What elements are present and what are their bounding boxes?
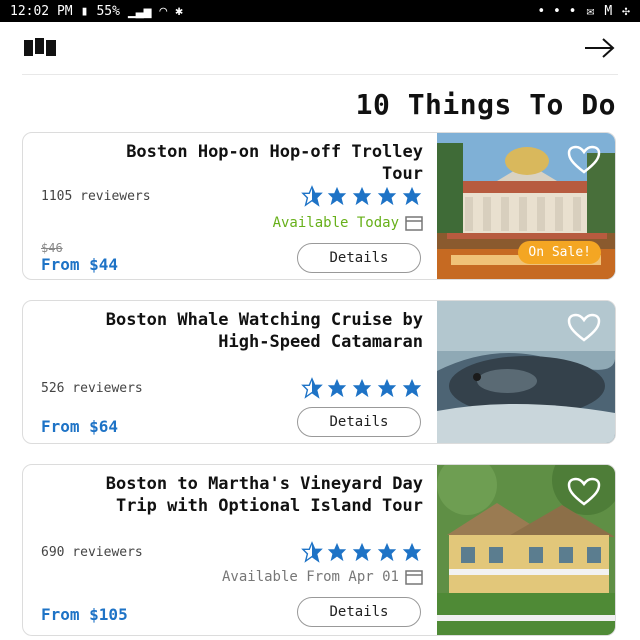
- mail-icon: ✉: [586, 3, 595, 19]
- heart-icon[interactable]: [567, 313, 601, 343]
- star-icon: [377, 542, 397, 562]
- price: From $44: [41, 255, 119, 274]
- card-content: Boston Whale Watching Cruise by High-Spe…: [23, 301, 437, 443]
- star-icon: [327, 542, 347, 562]
- m-icon: M: [604, 3, 613, 19]
- status-bar: 12:02 PM ▮ 55% ▁▃▅ ◠ ✱ • • • ✉ M ✣: [0, 0, 640, 22]
- pinwheel-icon: ✣: [622, 3, 630, 19]
- rating-stars: [301, 377, 423, 399]
- star-icon: [402, 186, 422, 206]
- battery-text: 55%: [96, 3, 120, 19]
- battery-icon: ▮: [80, 3, 89, 19]
- half-star-icon: [301, 541, 323, 563]
- time-text: 12:02 PM: [10, 3, 73, 19]
- tour-title[interactable]: Boston Hop-on Hop-off Trolley Tour: [93, 141, 423, 185]
- heart-icon[interactable]: [567, 145, 601, 175]
- star-icon: [327, 186, 347, 206]
- tour-card[interactable]: On Sale! Boston Hop-on Hop-off Trolley T…: [22, 132, 616, 280]
- availability-row: Available From Apr 01: [222, 569, 423, 585]
- tour-title[interactable]: Boston to Martha's Vineyard Day Trip wit…: [93, 473, 423, 517]
- reviewers-count: 690 reviewers: [41, 545, 143, 560]
- star-icon: [352, 378, 372, 398]
- star-icon: [352, 186, 372, 206]
- calendar-icon: [405, 570, 423, 585]
- half-star-icon: [301, 185, 323, 207]
- calendar-icon: [405, 216, 423, 231]
- star-icon: [402, 542, 422, 562]
- more-icon: • • •: [537, 3, 577, 19]
- card-content: Boston Hop-on Hop-off Trolley Tour 1105 …: [23, 133, 437, 279]
- star-icon: [377, 186, 397, 206]
- signal-icon: ▁▃▅: [127, 3, 152, 19]
- star-icon: [352, 542, 372, 562]
- tour-card[interactable]: Boston to Martha's Vineyard Day Trip wit…: [22, 464, 616, 636]
- wifi-icon: ◠: [159, 3, 168, 19]
- header-bar: [0, 22, 640, 74]
- card-content: Boston to Martha's Vineyard Day Trip wit…: [23, 465, 437, 635]
- star-icon: [402, 378, 422, 398]
- arrow-right-icon[interactable]: [582, 30, 618, 66]
- tour-card[interactable]: Boston Whale Watching Cruise by High-Spe…: [22, 300, 616, 444]
- rating-stars: [301, 541, 423, 563]
- availability-text: Available From Apr 01: [221, 569, 399, 585]
- star-icon: [377, 378, 397, 398]
- page-title: 10 Things To Do: [355, 88, 616, 121]
- old-price: $46: [41, 241, 63, 255]
- heart-icon[interactable]: [567, 477, 601, 507]
- availability-row: Available Today: [273, 215, 423, 231]
- details-button[interactable]: Details: [297, 243, 421, 273]
- half-star-icon: [301, 377, 323, 399]
- sale-badge: On Sale!: [518, 241, 601, 264]
- details-button[interactable]: Details: [297, 597, 421, 627]
- tour-title[interactable]: Boston Whale Watching Cruise by High-Spe…: [93, 309, 423, 353]
- price: From $64: [41, 417, 119, 436]
- rating-stars: [301, 185, 423, 207]
- availability-text: Available Today: [272, 215, 399, 231]
- price: From $105: [41, 605, 128, 624]
- map-icon[interactable]: [22, 30, 58, 66]
- bluetooth-icon: ✱: [175, 3, 184, 19]
- star-icon: [327, 378, 347, 398]
- reviewers-count: 526 reviewers: [41, 381, 143, 396]
- details-button[interactable]: Details: [297, 407, 421, 437]
- reviewers-count: 1105 reviewers: [41, 189, 151, 204]
- header-divider: [22, 74, 618, 75]
